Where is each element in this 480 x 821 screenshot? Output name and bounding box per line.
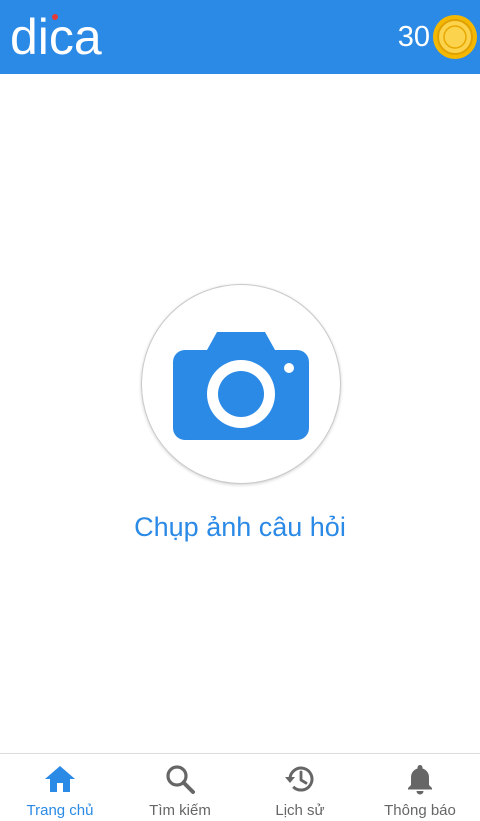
top-app-bar: dica 30 xyxy=(0,0,480,74)
home-content: Chụp ảnh câu hỏi xyxy=(0,74,480,753)
nav-label-home: Trang chủ xyxy=(26,802,94,819)
nav-label-search: Tìm kiếm xyxy=(149,802,211,819)
search-icon xyxy=(166,765,195,794)
coin-count: 30 xyxy=(397,21,430,53)
gold-coin-icon xyxy=(433,15,477,59)
capture-question-button[interactable] xyxy=(141,284,341,484)
nav-label-notifications: Thông báo xyxy=(384,802,456,819)
dica-logo[interactable]: dica xyxy=(8,6,128,66)
nav-item-home[interactable]: Trang chủ xyxy=(0,754,120,821)
nav-item-notifications[interactable]: Thông báo xyxy=(360,754,480,821)
history-icon xyxy=(285,766,314,792)
nav-item-search[interactable]: Tìm kiếm xyxy=(120,754,240,821)
nav-label-history: Lịch sử xyxy=(275,802,325,819)
coin-balance[interactable]: 30 xyxy=(398,14,478,60)
bell-icon xyxy=(408,765,432,795)
home-icon xyxy=(45,766,75,792)
capture-question-label[interactable]: Chụp ảnh câu hỏi xyxy=(0,510,480,544)
nav-item-history[interactable]: Lịch sử xyxy=(240,754,360,821)
camera-icon xyxy=(173,332,309,440)
bottom-navigation: Trang chủ Tìm kiếm Lịch sử Thông báo xyxy=(0,753,480,821)
